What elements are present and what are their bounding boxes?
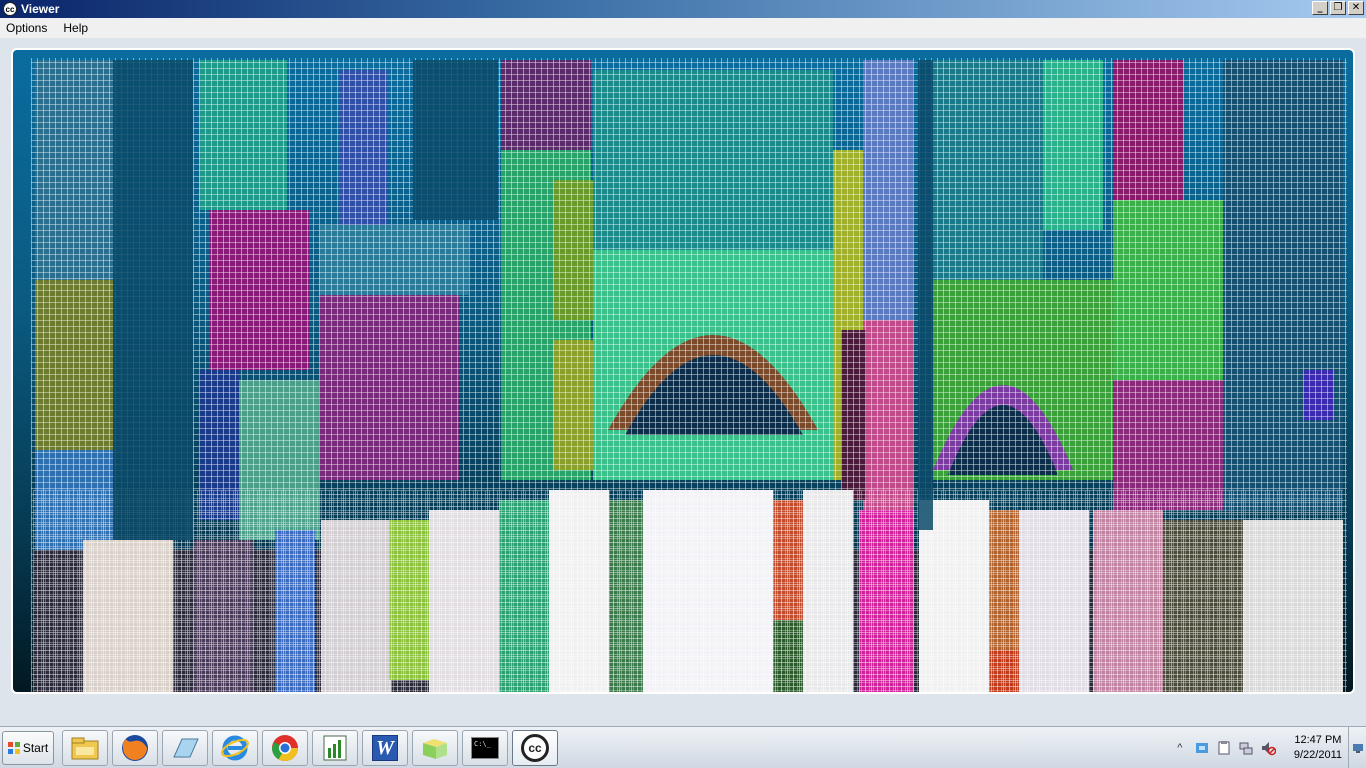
title-bar: cc Viewer _ ❐ ✕ [0,0,1366,18]
word-icon: W [372,735,398,761]
system-tray: ^ 12:47 PM 9/22/2011 [1172,733,1342,763]
windows-logo-icon [7,742,20,754]
start-label: Start [22,741,49,755]
cloudcompare-icon: cc [521,734,549,762]
clock[interactable]: 12:47 PM 9/22/2011 [1294,733,1342,763]
taskbar-chart-app[interactable] [312,730,358,766]
clock-date: 9/22/2011 [1293,749,1342,761]
clipboard-icon[interactable] [1216,740,1232,756]
menu-help[interactable]: Help [63,21,88,35]
firefox-icon [122,735,148,761]
taskbar-file-explorer[interactable] [62,730,108,766]
taskbar-generic-app[interactable] [162,730,208,766]
point-cloud-render [31,58,1347,692]
menu-bar: Options Help [0,18,1366,38]
main-area [0,38,1366,726]
taskbar-firefox[interactable] [112,730,158,766]
taskbar-folder-app[interactable] [412,730,458,766]
menu-options[interactable]: Options [6,21,47,35]
minimize-button[interactable]: _ [1312,1,1328,15]
chart-app-icon [323,735,347,761]
network-sync-icon[interactable] [1194,740,1210,756]
taskbar-chrome[interactable] [262,730,308,766]
show-desktop-button[interactable] [1348,727,1366,768]
clock-time: 12:47 PM [1294,734,1342,746]
cloudcompare-label: cc [528,741,542,755]
window-title: Viewer [21,2,60,16]
point-mesh-dense-overlay [33,490,1343,692]
network-icon[interactable] [1238,740,1254,756]
3d-viewport[interactable] [11,48,1355,694]
close-button[interactable]: ✕ [1348,1,1364,15]
command-prompt-icon: C:\_ [471,737,499,759]
taskbar-cloudcompare[interactable]: cc [512,730,558,766]
command-prompt-label: C:\_ [474,740,491,748]
taskbar-word[interactable]: W [362,730,408,766]
folder-app-icon [423,739,447,759]
app-icon: cc [3,2,17,16]
start-button[interactable]: Start [2,731,54,765]
window-controls: _ ❐ ✕ [1312,1,1364,15]
volume-muted-icon[interactable] [1260,740,1276,756]
generic-app-icon [173,738,199,758]
tray-expand-icon[interactable]: ^ [1172,740,1188,756]
chrome-icon [271,735,299,762]
monitor-icon [1352,744,1363,753]
word-icon-label: W [376,736,394,759]
taskbar-internet-explorer[interactable] [212,730,258,766]
taskbar-command-prompt[interactable]: C:\_ [462,730,508,766]
internet-explorer-icon [221,735,249,761]
taskbar: Start W C:\_ cc ^ 12:47 PM 9/22/2011 [0,726,1366,768]
maximize-button[interactable]: ❐ [1330,1,1346,15]
file-explorer-icon [71,737,99,760]
